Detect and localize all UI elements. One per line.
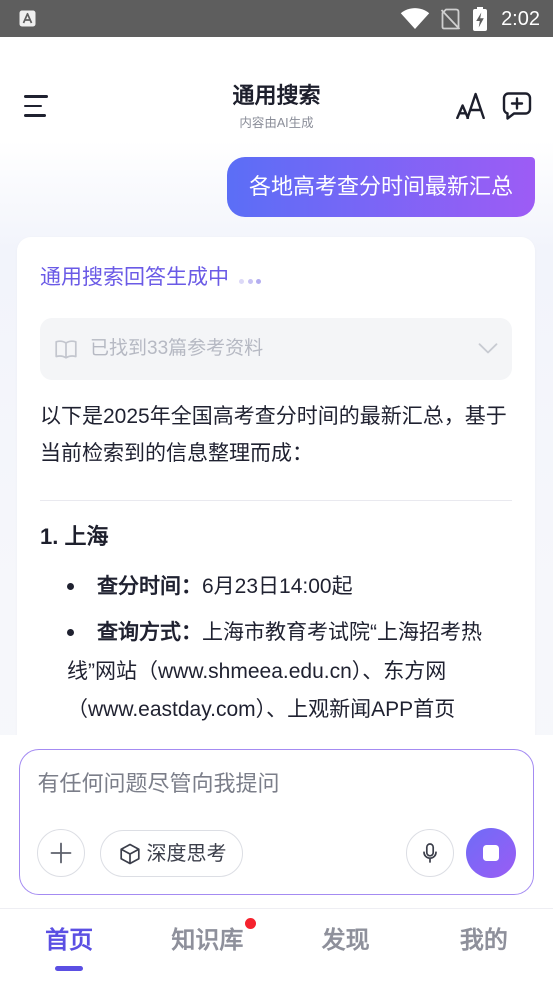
- chevron-down-icon: [478, 343, 498, 354]
- list-item-label: 查分时间：: [97, 575, 202, 598]
- tab-label: 我的: [459, 927, 508, 954]
- bottom-nav: 首页 知识库 发现 我的: [0, 908, 553, 983]
- tab-knowledge-base[interactable]: 知识库: [138, 909, 276, 983]
- section-heading: 1. 上海: [40, 524, 109, 549]
- section-list: 查分时间：6月23日14:00起 查询方式：上海市教育考试院“上海招考热线”网站…: [67, 568, 513, 737]
- composer: 深度思考: [19, 749, 534, 895]
- tab-label: 首页: [45, 927, 94, 954]
- tab-home[interactable]: 首页: [0, 909, 138, 983]
- generation-status: 通用搜索回答生成中: [40, 264, 265, 292]
- app-screen: 2:02 通用搜索 内容由AI生成 各地高考查分时间最新汇总 通用搜索回答生成中: [0, 0, 553, 983]
- attach-button[interactable]: [36, 828, 85, 877]
- font-size-icon: [456, 92, 485, 119]
- cube-icon: [119, 843, 140, 864]
- bullet-dot: [67, 629, 97, 637]
- answer-card: 通用搜索回答生成中 已找到33篇参考资料 以下是2025年全国高考查分时间的最新…: [17, 237, 535, 797]
- composer-panel: 深度思考: [0, 735, 553, 908]
- plus-icon: [50, 842, 71, 863]
- new-chat-icon: [502, 92, 532, 120]
- chat-thread[interactable]: 各地高考查分时间最新汇总 通用搜索回答生成中 已找到33篇参考资料 以下是202…: [0, 150, 553, 797]
- voice-input-button[interactable]: [405, 828, 454, 877]
- list-item: 查分时间：6月23日14:00起: [67, 568, 513, 607]
- font-size-button[interactable]: [456, 92, 485, 119]
- wifi-icon: [400, 7, 430, 30]
- answer-intro: 以下是2025年全国高考查分时间的最新汇总，基于当前检索到的信息整理而成：: [40, 405, 507, 465]
- references-label: 已找到33篇参考资料: [90, 338, 264, 359]
- divider: [40, 500, 512, 501]
- stop-generating-button[interactable]: [465, 827, 516, 878]
- tab-profile[interactable]: 我的: [415, 909, 553, 983]
- tab-label: 知识库: [171, 927, 244, 954]
- notification-dot: [245, 918, 257, 929]
- tab-discover[interactable]: 发现: [277, 909, 415, 983]
- microphone-icon: [422, 842, 437, 863]
- status-time: 2:02: [501, 8, 540, 30]
- tab-label: 发现: [321, 927, 370, 954]
- generation-status-text: 通用搜索回答生成中: [40, 266, 229, 289]
- book-icon: [55, 339, 77, 359]
- battery-charging-icon: [473, 7, 487, 31]
- message-input[interactable]: [37, 768, 508, 799]
- active-tab-indicator: [55, 966, 84, 971]
- list-item: 查询方式：上海市教育考试院“上海招考热线”网站（www.shmeea.edu.c…: [67, 614, 513, 730]
- no-sim-icon: [440, 8, 461, 30]
- user-message: 各地高考查分时间最新汇总: [226, 157, 535, 217]
- bullet-dot: [67, 583, 97, 591]
- list-item-label: 查询方式：: [97, 621, 202, 644]
- loading-dots: [239, 278, 265, 284]
- new-chat-button[interactable]: [502, 91, 532, 121]
- stop-icon: [482, 844, 499, 861]
- status-bar: 2:02: [0, 0, 553, 37]
- references-toggle[interactable]: 已找到33篇参考资料: [40, 318, 512, 380]
- app-notification-icon: [19, 10, 36, 27]
- deep-think-button[interactable]: 深度思考: [99, 829, 243, 877]
- list-item-text: 6月23日14:00起: [202, 575, 353, 598]
- deep-think-label: 深度思考: [146, 842, 227, 865]
- app-header: 通用搜索 内容由AI生成: [0, 37, 553, 150]
